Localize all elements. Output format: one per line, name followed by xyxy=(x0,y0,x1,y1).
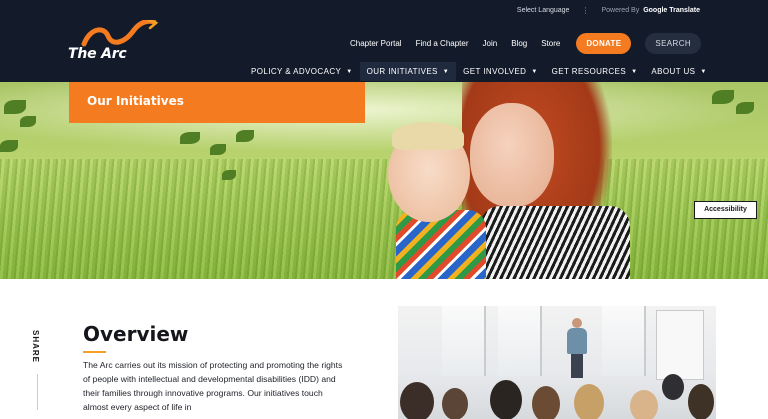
woman-shirt xyxy=(480,206,630,279)
nav-join[interactable]: Join xyxy=(483,39,498,48)
search-button[interactable]: SEARCH xyxy=(645,33,702,54)
nav-policy-advocacy[interactable]: POLICY & ADVOCACY ▼ xyxy=(244,62,360,81)
leaf-decoration xyxy=(712,90,734,104)
share-divider xyxy=(37,374,38,410)
nav-our-initiatives[interactable]: OUR INITIATIVES ▼ xyxy=(359,62,457,81)
overview-heading: Overview xyxy=(83,322,189,346)
child-shirt xyxy=(396,210,486,279)
chevron-down-icon: ▼ xyxy=(531,68,538,75)
powered-by: Powered By Google Translate xyxy=(601,7,700,14)
presenter-legs xyxy=(571,354,583,378)
utility-nav: Chapter Portal Find a Chapter Join Blog … xyxy=(350,33,702,54)
presenter-head xyxy=(572,318,582,328)
audience-head xyxy=(630,390,658,419)
nav-get-involved[interactable]: GET INVOLVED ▼ xyxy=(456,62,545,81)
audience-head xyxy=(442,388,468,419)
woman-face xyxy=(470,103,554,207)
nav-label: GET INVOLVED xyxy=(463,67,527,76)
chevron-down-icon: ▼ xyxy=(700,68,707,75)
overview-paragraph: The Arc carries out its mission of prote… xyxy=(83,360,343,412)
child-hair xyxy=(392,122,464,150)
nav-label: POLICY & ADVOCACY xyxy=(251,67,342,76)
audience-head xyxy=(688,384,714,419)
donate-button[interactable]: DONATE xyxy=(576,33,632,54)
chevron-down-icon: ▼ xyxy=(346,68,353,75)
classroom-photo xyxy=(398,306,716,419)
page-title: Our Initiatives xyxy=(87,94,184,108)
leaf-decoration xyxy=(236,130,254,142)
window xyxy=(498,306,542,376)
flipchart-board xyxy=(656,310,704,380)
window xyxy=(442,306,486,376)
share-sidebar[interactable]: SHARE xyxy=(31,328,45,368)
nav-blog[interactable]: Blog xyxy=(511,39,527,48)
audience-head xyxy=(662,374,684,400)
presenter-body xyxy=(567,328,587,354)
site-header: Select Language ⋮ Powered By Google Tran… xyxy=(0,0,768,82)
nav-find-a-chapter[interactable]: Find a Chapter xyxy=(416,39,469,48)
leaf-decoration xyxy=(0,140,18,152)
nav-label: GET RESOURCES xyxy=(551,67,627,76)
audience-head xyxy=(532,386,560,419)
nav-store[interactable]: Store xyxy=(541,39,560,48)
share-label: SHARE xyxy=(31,329,41,364)
nav-get-resources[interactable]: GET RESOURCES ▼ xyxy=(545,62,645,81)
logo-text: The Arc xyxy=(68,46,127,62)
nav-about-us[interactable]: ABOUT US ▼ xyxy=(644,62,713,81)
powered-by-label: Powered By xyxy=(601,7,640,14)
leaf-decoration xyxy=(736,102,754,114)
audience-head xyxy=(400,382,434,419)
presenter-figure xyxy=(564,318,590,380)
chevron-down-icon: ▼ xyxy=(442,68,450,75)
nav-label: OUR INITIATIVES xyxy=(366,67,438,76)
hero-grass xyxy=(0,159,768,279)
main-nav: POLICY & ADVOCACY ▼ OUR INITIATIVES ▼ GE… xyxy=(244,62,714,81)
google-translate-label[interactable]: Google Translate xyxy=(643,7,700,14)
page: Select Language ⋮ Powered By Google Tran… xyxy=(0,0,768,419)
select-language-link[interactable]: Select Language xyxy=(517,7,570,14)
window xyxy=(602,306,646,376)
the-arc-logo[interactable]: The Arc xyxy=(68,20,159,66)
leaf-decoration xyxy=(4,100,26,114)
hero-image: Our Initiatives xyxy=(0,82,768,279)
leaf-decoration xyxy=(20,116,36,127)
leaf-decoration xyxy=(222,170,236,180)
audience-head xyxy=(490,380,522,419)
nav-label: ABOUT US xyxy=(651,67,696,76)
leaf-decoration xyxy=(180,132,200,144)
accessibility-button[interactable]: Accessibility xyxy=(694,201,757,219)
heading-underline xyxy=(83,351,106,353)
leaf-decoration xyxy=(210,144,226,155)
chevron-down-icon: ▼ xyxy=(631,68,638,75)
separator: ⋮ xyxy=(581,6,590,15)
nav-chapter-portal[interactable]: Chapter Portal xyxy=(350,39,402,48)
page-title-badge: Our Initiatives xyxy=(69,82,365,123)
top-utility-bar: Select Language ⋮ Powered By Google Tran… xyxy=(517,6,700,15)
audience-head xyxy=(574,384,604,419)
